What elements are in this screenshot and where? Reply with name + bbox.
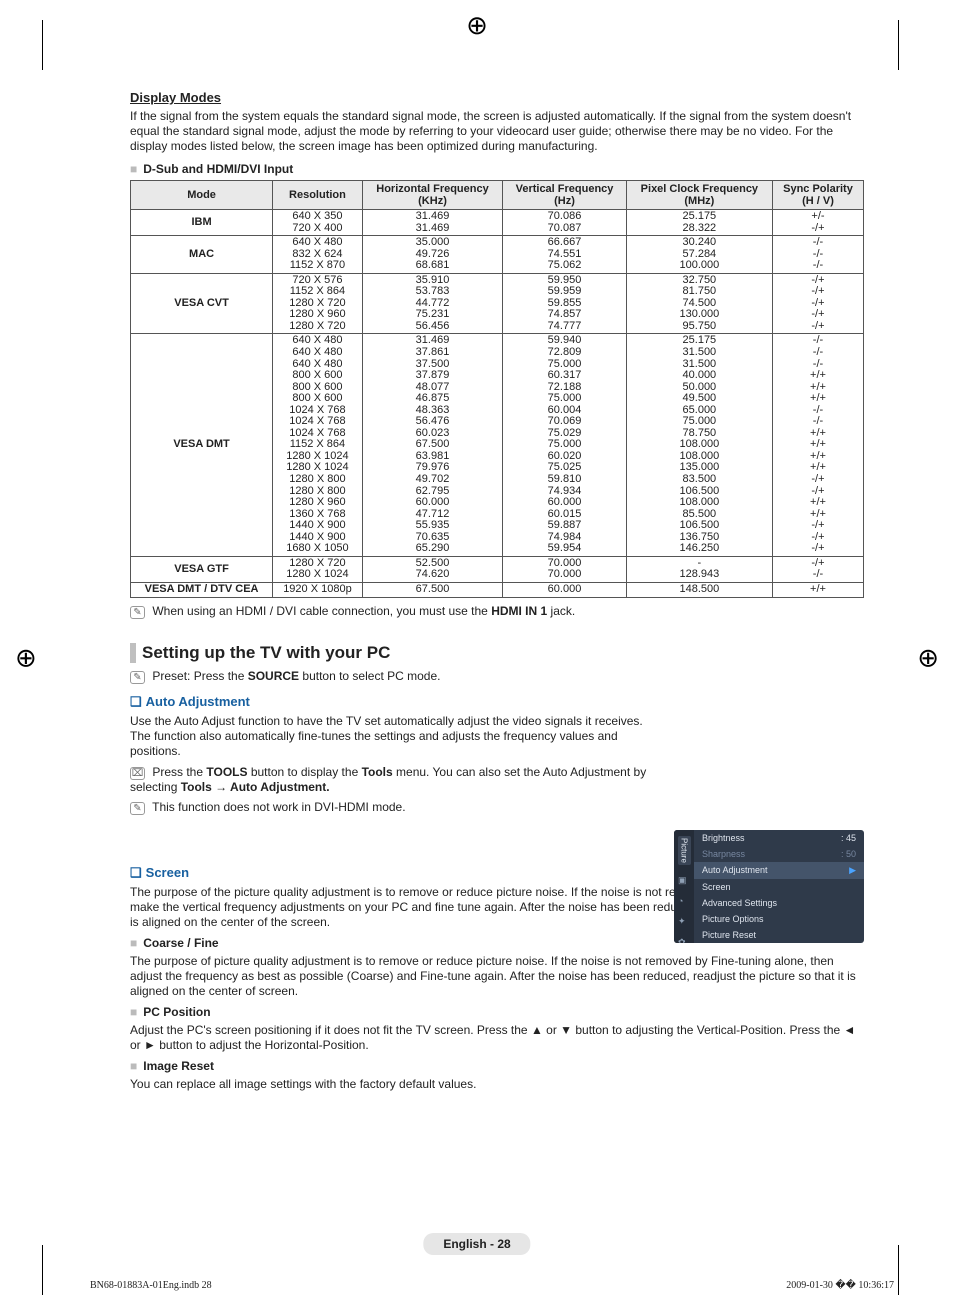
footer-right: 2009-01-30 �� 10:36:17 <box>786 1280 894 1291</box>
auto-adjustment-label: Auto Adjustment <box>146 694 250 709</box>
crop-mark <box>42 20 43 70</box>
setting-up-pc-heading: Setting up the TV with your PC <box>130 643 864 663</box>
pc-position-label: PC Position <box>143 1005 210 1019</box>
note-icon: ✎ <box>130 606 145 619</box>
display-modes-table: ModeResolutionHorizontal Frequency(KHz)V… <box>130 180 864 598</box>
crop-mark <box>42 1245 43 1295</box>
image-reset-heading: ■Image Reset <box>130 1059 864 1073</box>
image-reset-body: You can replace all image settings with … <box>130 1077 864 1092</box>
registration-mark-icon: ⊕ <box>917 642 939 673</box>
auto-adjustment-heading: ❑Auto Adjustment <box>130 694 864 710</box>
dvi-hdmi-note: ✎ This function does not work in DVI-HDM… <box>130 800 864 815</box>
crop-mark <box>898 1245 899 1295</box>
coarse-fine-body: The purpose of picture quality adjustmen… <box>130 954 864 999</box>
coarse-fine-label: Coarse / Fine <box>143 936 218 950</box>
dsub-hdmi-label: D-Sub and HDMI/DVI Input <box>143 162 293 176</box>
dvi-hdmi-note-text: This function does not work in DVI-HDMI … <box>152 800 405 814</box>
print-footer: BN68-01883A-01Eng.indb 28 2009-01-30 �� … <box>90 1280 894 1291</box>
preset-bold: SOURCE <box>248 669 299 683</box>
osd-menu-item: Picture Reset <box>694 927 864 943</box>
note-icon: ✎ <box>130 802 145 815</box>
osd-menu-item: Picture Options <box>694 911 864 927</box>
manual-page: ⊕ ⊕ ⊕ Display Modes If the signal from t… <box>0 0 954 1315</box>
osd-menu-item: Brightness: 45 <box>694 830 864 846</box>
osd-menu-item: Auto Adjustment▶ <box>694 862 864 879</box>
tools-icon: ⌧ <box>130 767 145 780</box>
display-modes-intro: If the signal from the system equals the… <box>130 109 864 154</box>
setup-icon: ✿ <box>678 937 690 943</box>
hdmi-note: ✎ When using an HDMI / DVI cable connect… <box>130 604 864 619</box>
footer-left: BN68-01883A-01Eng.indb 28 <box>90 1280 212 1291</box>
pc-position-heading: ■PC Position <box>130 1005 864 1019</box>
registration-mark-icon: ⊕ <box>15 642 37 673</box>
note-icon: ✎ <box>130 671 145 684</box>
osd-menu-item: Sharpness: 50 <box>694 846 864 862</box>
screen-label: Screen <box>146 865 189 880</box>
osd-menu-item: Advanced Settings <box>694 895 864 911</box>
dsub-hdmi-heading: ■D-Sub and HDMI/DVI Input <box>130 162 864 176</box>
osd-category-label: Picture <box>678 836 691 865</box>
registration-mark-icon: ⊕ <box>466 10 488 41</box>
page-number-band: English - 28 <box>423 1233 530 1255</box>
image-reset-label: Image Reset <box>143 1059 214 1073</box>
hdmi-note-text: When using an HDMI / DVI cable connectio… <box>152 604 491 618</box>
picture-icon: ▣ <box>678 875 690 886</box>
osd-menu-screenshot: Picture ▣ ◔ ✦ ✿ ▤ Brightness: 45Sharpnes… <box>674 830 864 943</box>
crop-mark <box>898 20 899 70</box>
preset-prefix: Preset: Press the <box>152 669 247 683</box>
preset-note: ✎ Preset: Press the SOURCE button to sel… <box>130 669 864 684</box>
hdmi-note-suffix: jack. <box>547 604 575 618</box>
pc-position-body: Adjust the PC's screen positioning if it… <box>130 1023 864 1053</box>
display-modes-heading: Display Modes <box>130 90 864 105</box>
sound-icon: ◔ <box>678 896 690 906</box>
osd-menu-item: Screen <box>694 879 864 895</box>
auto-adjustment-body: Use the Auto Adjust function to have the… <box>130 714 650 759</box>
channel-icon: ✦ <box>678 916 690 927</box>
tools-tip: ⌧ Press the TOOLS button to display the … <box>130 765 650 794</box>
preset-suffix: button to select PC mode. <box>299 669 440 683</box>
hdmi-note-bold: HDMI IN 1 <box>491 604 547 618</box>
